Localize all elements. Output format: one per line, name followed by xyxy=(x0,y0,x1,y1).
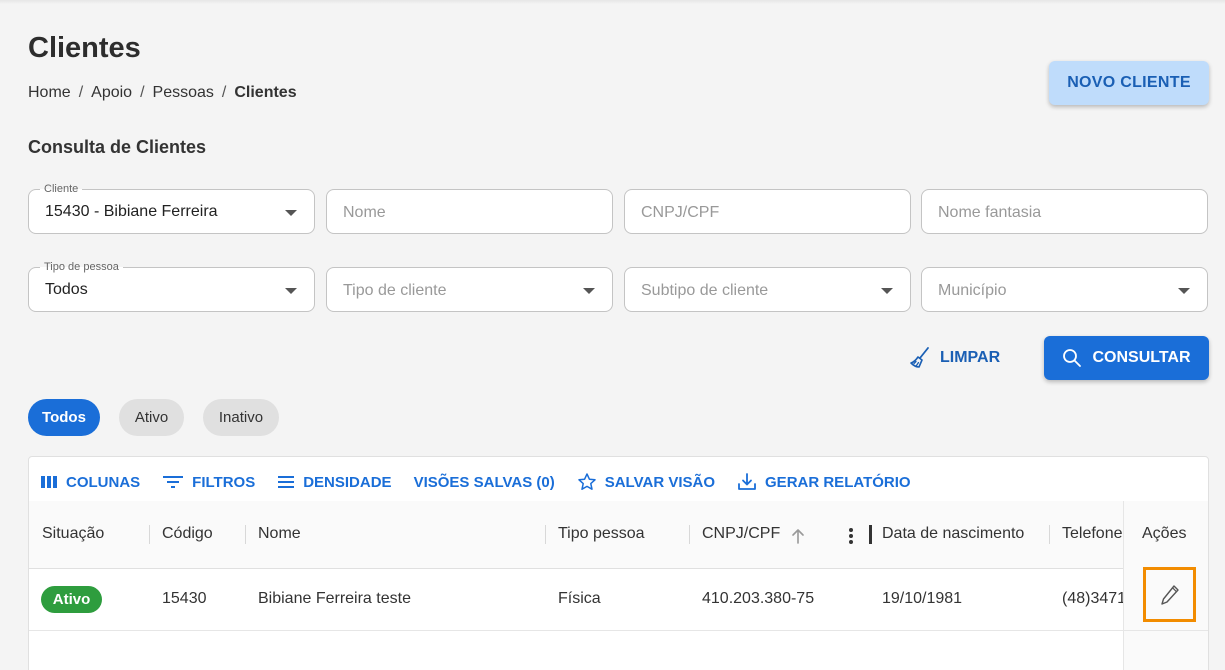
pencil-icon xyxy=(1160,584,1179,605)
cnpj-cpf-input[interactable]: CNPJ/CPF xyxy=(624,189,911,234)
salvar-visao-button[interactable]: SALVAR VISÃO xyxy=(577,472,715,492)
caret-down-icon[interactable] xyxy=(285,210,297,216)
caret-down-icon[interactable] xyxy=(285,288,297,294)
column-header-nome[interactable]: Nome xyxy=(258,525,301,543)
breadcrumb-current: Clientes xyxy=(234,84,297,101)
breadcrumb-home[interactable]: Home xyxy=(28,84,71,102)
cell-data-nascimento: 19/10/1981 xyxy=(882,590,963,607)
tipo-pessoa-label: Tipo de pessoa xyxy=(40,260,123,274)
gerar-relatorio-label: GERAR RELATÓRIO xyxy=(765,473,911,491)
column-header-data-nascimento[interactable]: Data de nascimento xyxy=(882,525,1024,543)
limpar-label: LIMPAR xyxy=(940,349,1001,366)
breadcrumb-separator: / xyxy=(78,84,84,101)
section-title: Consulta de Clientes xyxy=(28,137,207,157)
nome-placeholder: Nome xyxy=(343,204,386,221)
caret-down-icon[interactable] xyxy=(881,288,893,294)
column-separator[interactable] xyxy=(1049,525,1050,544)
clients-data-grid: COLUNAS FILTROS DENSIDADE VISÕES SALVAS … xyxy=(28,456,1209,670)
columns-icon xyxy=(41,476,57,488)
column-separator[interactable] xyxy=(245,525,246,544)
download-icon xyxy=(738,473,756,490)
column-separator[interactable] xyxy=(545,525,546,544)
densidade-button[interactable]: DENSIDADE xyxy=(277,473,392,491)
column-header-situacao[interactable]: Situação xyxy=(42,525,104,543)
tipo-pessoa-value: Todos xyxy=(45,281,88,298)
column-header-tipo-pessoa[interactable]: Tipo pessoa xyxy=(558,525,645,543)
cnpj-cpf-placeholder: CNPJ/CPF xyxy=(641,204,720,221)
novo-cliente-button[interactable]: NOVO CLIENTE xyxy=(1049,61,1209,105)
table-row[interactable]: Ativo 15430 Bibiane Ferreira teste Físic… xyxy=(29,569,1208,631)
column-header-telefone[interactable]: Telefone xyxy=(1062,525,1122,543)
edit-button[interactable] xyxy=(1143,567,1196,622)
consultar-button[interactable]: CONSULTAR xyxy=(1044,336,1209,380)
cliente-select[interactable]: Cliente 15430 - Bibiane Ferreira xyxy=(28,182,315,234)
column-header-cnpj-cpf[interactable]: CNPJ/CPF xyxy=(702,525,780,543)
nome-input[interactable]: Nome xyxy=(326,189,613,234)
chip-todos[interactable]: Todos xyxy=(28,399,100,436)
cell-nome: Bibiane Ferreira teste xyxy=(258,590,411,607)
cell-cnpj-cpf: 410.203.380-75 xyxy=(702,590,815,607)
breadcrumb-separator: / xyxy=(140,84,145,101)
municipio-placeholder: Município xyxy=(938,282,1007,299)
colunas-label: COLUNAS xyxy=(66,473,141,491)
density-icon xyxy=(278,476,295,488)
tipo-cliente-select[interactable]: Tipo de cliente xyxy=(326,267,613,312)
limpar-button[interactable]: LIMPAR xyxy=(908,340,1000,376)
breadcrumb: Home / Apoio / Pessoas / Clientes xyxy=(28,84,297,102)
search-icon xyxy=(1063,349,1082,367)
arrow-up-icon[interactable] xyxy=(791,528,805,544)
tipo-pessoa-select[interactable]: Tipo de pessoa Todos xyxy=(28,260,315,312)
table-header-row: Situação Código Nome Tipo pessoa CNPJ/CP… xyxy=(29,501,1208,569)
broom-icon xyxy=(910,347,929,368)
cell-telefone: (48)3471 xyxy=(1062,590,1123,607)
cell-tipo-pessoa: Física xyxy=(558,590,601,607)
chip-ativo[interactable]: Ativo xyxy=(119,399,184,436)
page-title: Clientes xyxy=(28,32,141,64)
filtros-button[interactable]: FILTROS xyxy=(162,474,255,491)
cliente-value: 15430 - Bibiane Ferreira xyxy=(45,203,218,220)
tipo-cliente-placeholder: Tipo de cliente xyxy=(343,282,447,299)
subtipo-cliente-select[interactable]: Subtipo de cliente xyxy=(624,267,911,312)
subtipo-cliente-placeholder: Subtipo de cliente xyxy=(641,282,769,299)
gerar-relatorio-button[interactable]: GERAR RELATÓRIO xyxy=(737,472,911,492)
column-header-codigo[interactable]: Código xyxy=(162,525,213,543)
chip-inativo[interactable]: Inativo xyxy=(203,399,279,436)
column-resize-handle[interactable] xyxy=(869,525,872,544)
visoes-salvas-button[interactable]: VISÕES SALVAS (0) xyxy=(414,474,555,491)
densidade-label: DENSIDADE xyxy=(303,473,392,491)
breadcrumb-apoio[interactable]: Apoio xyxy=(91,84,132,102)
filter-icon xyxy=(163,476,184,488)
cell-codigo: 15430 xyxy=(162,590,207,607)
nome-fantasia-input[interactable]: Nome fantasia xyxy=(921,189,1208,234)
column-menu-icon[interactable] xyxy=(848,527,854,545)
breadcrumb-separator: / xyxy=(221,84,227,101)
filtros-label: FILTROS xyxy=(192,473,256,491)
nome-fantasia-placeholder: Nome fantasia xyxy=(938,204,1042,221)
visoes-salvas-label: VISÕES SALVAS (0) xyxy=(413,473,555,491)
salvar-visao-label: SALVAR VISÃO xyxy=(604,473,716,491)
breadcrumb-pessoas[interactable]: Pessoas xyxy=(153,84,214,102)
cliente-label: Cliente xyxy=(40,182,83,196)
colunas-button[interactable]: COLUNAS xyxy=(40,474,140,491)
column-separator[interactable] xyxy=(689,525,690,544)
caret-down-icon[interactable] xyxy=(1178,288,1190,294)
consultar-label: CONSULTAR xyxy=(1092,349,1191,366)
caret-down-icon[interactable] xyxy=(583,288,595,294)
star-icon xyxy=(577,473,596,490)
column-separator[interactable] xyxy=(149,525,150,544)
grid-toolbar: COLUNAS FILTROS DENSIDADE VISÕES SALVAS … xyxy=(29,457,1208,507)
column-header-acoes: Ações xyxy=(1142,525,1187,542)
status-badge: Ativo xyxy=(41,586,102,613)
municipio-select[interactable]: Município xyxy=(921,267,1208,312)
top-shadow xyxy=(0,0,1225,4)
